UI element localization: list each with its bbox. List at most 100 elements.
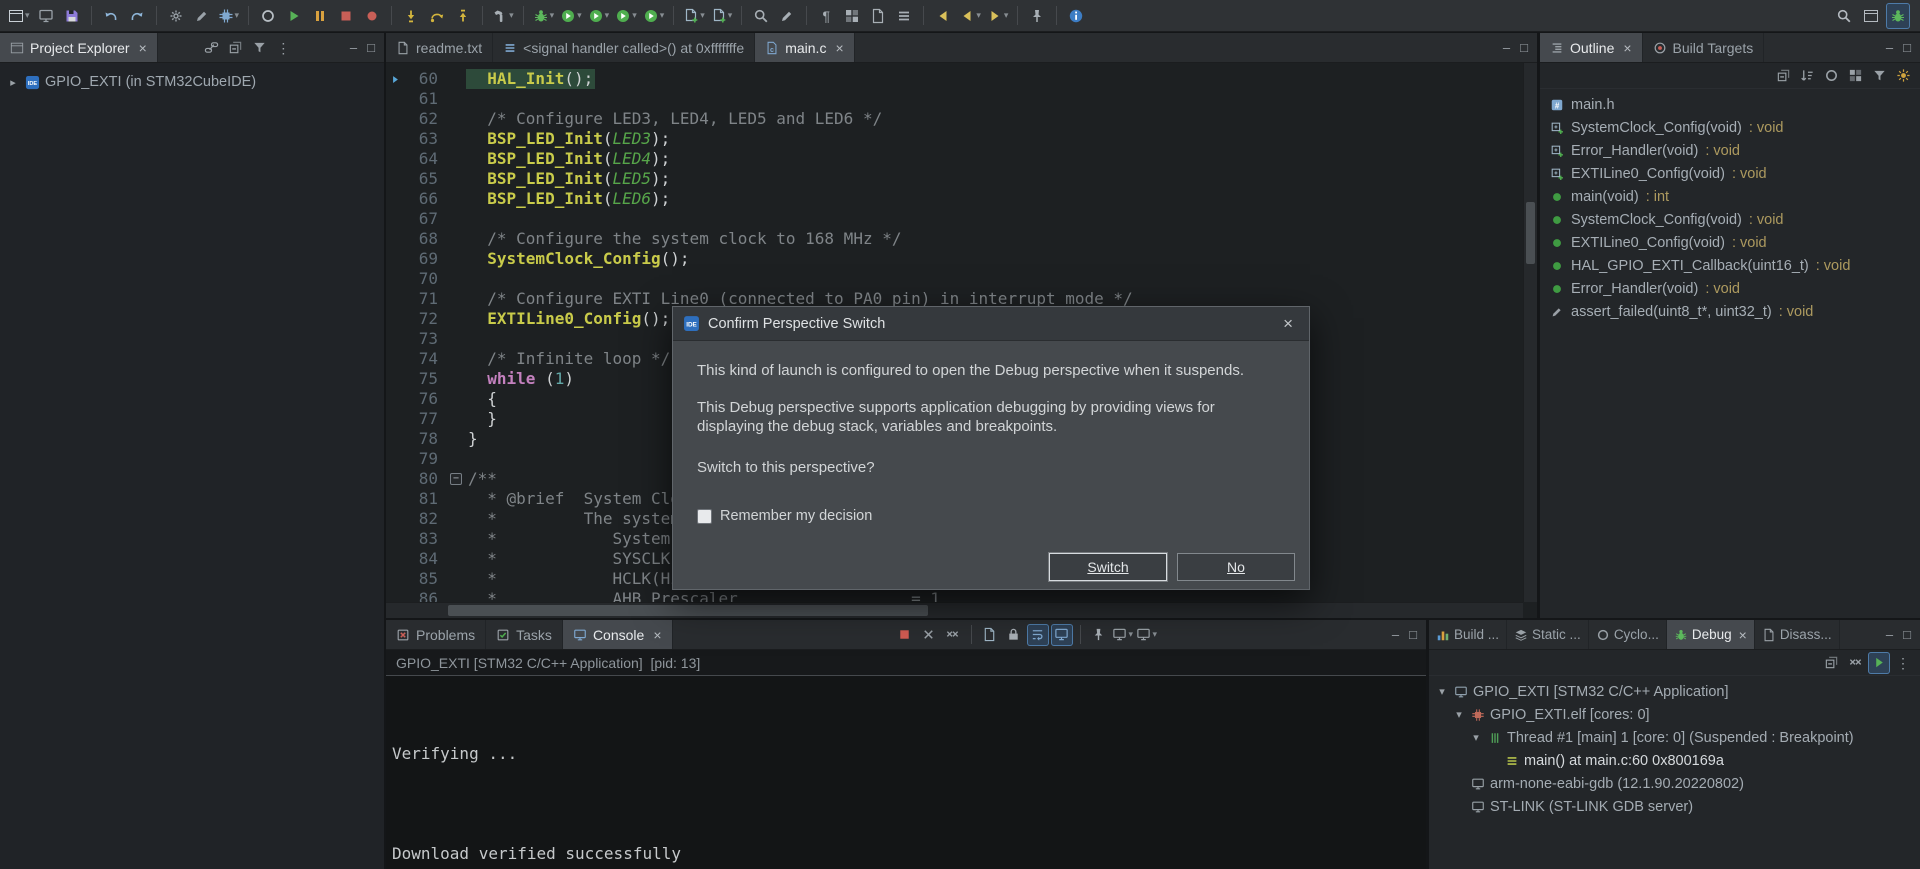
maximize-icon[interactable]: □ bbox=[1903, 627, 1911, 642]
gutter-marker[interactable] bbox=[386, 109, 404, 129]
gutter-marker[interactable] bbox=[386, 509, 404, 529]
tab-console[interactable]: Console × bbox=[562, 620, 673, 649]
code-line[interactable]: 70 bbox=[386, 269, 1523, 289]
minimize-icon[interactable]: – bbox=[350, 40, 357, 55]
outline-item[interactable]: assert_failed(uint8_t*, uint32_t) : void bbox=[1540, 300, 1920, 323]
undo-icon[interactable] bbox=[99, 3, 123, 29]
debug-tree-item[interactable]: ▾ Thread #1 [main] 1 [core: 0] (Suspended… bbox=[1429, 726, 1920, 749]
target-chip-icon[interactable]: ▾ bbox=[216, 3, 242, 29]
code-line[interactable]: 86 * AHB Prescaler = 1 bbox=[386, 589, 1523, 602]
gutter-marker[interactable] bbox=[386, 569, 404, 589]
outline-item[interactable]: Error_Handler(void) : void bbox=[1540, 139, 1920, 162]
step-over-icon[interactable] bbox=[425, 3, 449, 29]
gutter-marker[interactable] bbox=[386, 209, 404, 229]
word-wrap-icon[interactable] bbox=[1026, 623, 1049, 646]
step-return-icon[interactable] bbox=[451, 3, 475, 29]
debug-toolbar-toggle-icon[interactable] bbox=[1868, 651, 1890, 674]
debug-tree-item[interactable]: ▾ GPIO_EXTI.elf [cores: 0] bbox=[1429, 703, 1920, 726]
close-icon[interactable]: × bbox=[1739, 627, 1747, 643]
tab-build-targets[interactable]: Build Targets bbox=[1643, 33, 1765, 62]
code-line[interactable]: 63 BSP_LED_Init(LED3); bbox=[386, 129, 1523, 149]
open-console-icon[interactable]: ▾ bbox=[1136, 624, 1158, 646]
minimize-icon[interactable]: – bbox=[1886, 40, 1893, 55]
tab-cyclomatic[interactable]: Cyclo... bbox=[1589, 620, 1667, 649]
outline-item[interactable]: # main.h bbox=[1540, 93, 1920, 116]
toggle-source-header-icon[interactable] bbox=[892, 3, 916, 29]
tab-build-analyzer[interactable]: Build ... bbox=[1429, 620, 1508, 649]
sort-outline-icon[interactable] bbox=[1796, 65, 1818, 87]
collapse-arrow-icon[interactable]: ▾ bbox=[1469, 731, 1483, 744]
clear-console-icon[interactable] bbox=[979, 624, 1001, 646]
outline-item[interactable]: SystemClock_Config(void) : void bbox=[1540, 208, 1920, 231]
annotate-icon[interactable] bbox=[775, 3, 799, 29]
trim-tool-icon[interactable] bbox=[190, 3, 214, 29]
outline-item[interactable]: HAL_GPIO_EXTI_Callback(uint16_t) : void bbox=[1540, 254, 1920, 277]
editor-vertical-scrollbar[interactable] bbox=[1523, 63, 1537, 602]
collapse-arrow-icon[interactable]: ▾ bbox=[1435, 685, 1449, 698]
fold-collapse-icon[interactable]: − bbox=[450, 473, 462, 485]
outline-item[interactable]: EXTILine0_Config(void) : void bbox=[1540, 162, 1920, 185]
code-line[interactable]: 60 HAL_Init(); bbox=[386, 69, 1523, 89]
close-icon[interactable]: × bbox=[139, 40, 147, 56]
debug-icon[interactable]: ▾ bbox=[531, 3, 557, 29]
debug-perspective-icon[interactable] bbox=[1886, 2, 1910, 29]
close-icon[interactable]: × bbox=[835, 40, 843, 56]
tab-outline[interactable]: Outline × bbox=[1540, 33, 1643, 62]
maximize-icon[interactable]: □ bbox=[1409, 627, 1417, 642]
tab-signal-handler-frame[interactable]: <signal handler called>() at 0xfffffffe bbox=[493, 33, 756, 62]
remember-decision-checkbox[interactable]: Remember my decision bbox=[697, 507, 1285, 526]
code-line[interactable]: 69 SystemClock_Config(); bbox=[386, 249, 1523, 269]
debug-tree-item[interactable]: ST-LINK (ST-LINK GDB server) bbox=[1429, 795, 1920, 818]
run-icon[interactable]: ▾ bbox=[558, 3, 584, 29]
outline-item[interactable]: EXTILine0_Config(void) : void bbox=[1540, 231, 1920, 254]
terminate-icon[interactable] bbox=[334, 3, 358, 29]
terminal-icon[interactable] bbox=[34, 3, 58, 29]
external-tools-icon[interactable]: ▾ bbox=[586, 3, 612, 29]
scrollbar-thumb[interactable] bbox=[1526, 202, 1535, 264]
open-perspective-icon[interactable] bbox=[1859, 3, 1883, 29]
gutter-marker[interactable] bbox=[386, 369, 404, 389]
remove-all-terminated-debug-icon[interactable] bbox=[1844, 652, 1866, 674]
gutter-marker[interactable] bbox=[386, 229, 404, 249]
tab-main-c[interactable]: c main.c × bbox=[755, 33, 855, 62]
code-line[interactable]: 67 bbox=[386, 209, 1523, 229]
collapse-all-debug-icon[interactable] bbox=[1820, 652, 1842, 674]
filters-icon[interactable] bbox=[248, 37, 270, 59]
skip-all-breakpoints-icon[interactable] bbox=[256, 3, 280, 29]
hide-static-members-icon[interactable] bbox=[1844, 65, 1866, 87]
new-c-file-icon[interactable]: ▾ bbox=[681, 3, 707, 29]
scrollbar-thumb[interactable] bbox=[448, 605, 928, 616]
suspend-icon[interactable] bbox=[308, 3, 332, 29]
close-icon[interactable]: × bbox=[1623, 40, 1631, 56]
scroll-lock-icon[interactable] bbox=[1003, 624, 1025, 646]
debug-tree-item[interactable]: ▾ GPIO_EXTI [STM32 C/C++ Application] bbox=[1429, 680, 1920, 703]
coverage-icon[interactable]: ▾ bbox=[613, 3, 639, 29]
gutter-marker[interactable] bbox=[386, 409, 404, 429]
gutter-marker[interactable] bbox=[386, 129, 404, 149]
block-selection-icon[interactable] bbox=[840, 3, 864, 29]
gutter-marker[interactable] bbox=[386, 249, 404, 269]
gutter-marker[interactable] bbox=[386, 429, 404, 449]
terminate-console-icon[interactable] bbox=[894, 624, 916, 646]
minimize-icon[interactable]: – bbox=[1886, 627, 1893, 642]
debug-view-menu-icon[interactable]: ⋮ bbox=[1892, 652, 1914, 674]
project-item-gpio-exti[interactable]: ▸ IDE GPIO_EXTI (in STM32CubeIDE) bbox=[6, 71, 384, 93]
gutter-marker[interactable] bbox=[386, 349, 404, 369]
minimize-icon[interactable]: – bbox=[1392, 627, 1399, 642]
gutter-marker[interactable] bbox=[386, 449, 404, 469]
tab-static-stack[interactable]: Static ... bbox=[1507, 620, 1589, 649]
gutter-marker[interactable] bbox=[386, 149, 404, 169]
gutter-marker[interactable] bbox=[386, 89, 404, 109]
remove-all-terminated-icon[interactable] bbox=[942, 624, 964, 646]
step-into-icon[interactable] bbox=[399, 3, 423, 29]
pin-editor-icon[interactable] bbox=[1025, 3, 1049, 29]
gutter-marker[interactable] bbox=[386, 589, 404, 602]
back-icon[interactable]: ▾ bbox=[957, 3, 983, 29]
resume-icon[interactable] bbox=[282, 3, 306, 29]
switch-button[interactable]: Switch bbox=[1049, 553, 1167, 581]
remove-launch-icon[interactable] bbox=[918, 624, 940, 646]
gutter-marker[interactable] bbox=[386, 389, 404, 409]
custom-filters-icon[interactable] bbox=[1892, 65, 1914, 87]
tab-tasks[interactable]: Tasks bbox=[486, 620, 563, 649]
outline-item[interactable]: SystemClock_Config(void) : void bbox=[1540, 116, 1920, 139]
